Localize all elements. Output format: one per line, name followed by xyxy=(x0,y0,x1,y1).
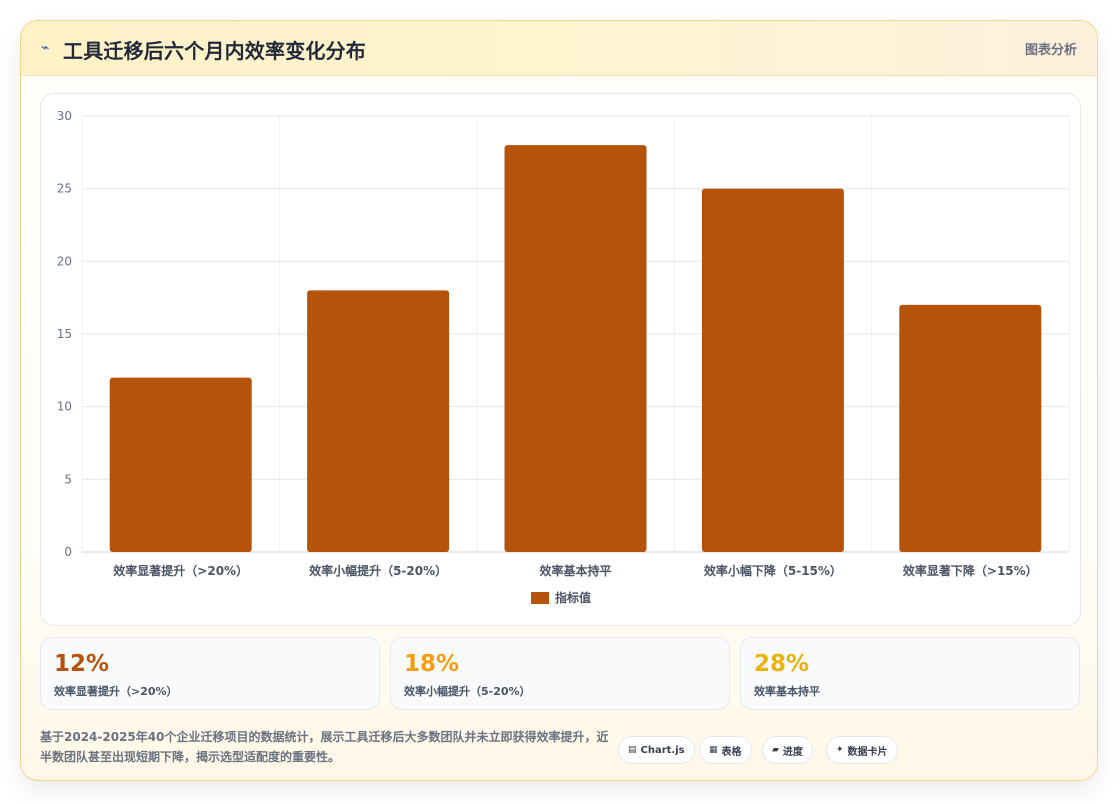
kpi-label-3: 效率基本持平 xyxy=(754,685,820,698)
page-title: 工具迁移后六个月内效率变化分布 xyxy=(63,39,366,63)
bar[interactable] xyxy=(307,290,450,552)
pill-label-data-card: 数据卡片 xyxy=(847,746,888,758)
kpi-value-2: 18% xyxy=(404,651,460,677)
footer-description: 基于2024-2025年40个企业迁移项目的数据统计，展示工具迁移后大多数团队并… xyxy=(40,730,609,764)
bar[interactable] xyxy=(504,145,647,553)
legend-label: 指标值 xyxy=(555,590,591,605)
x-tick-label: 效率小幅下降（5-15%） xyxy=(704,563,842,578)
kpi-card-3: 28% 效率基本持平 xyxy=(740,637,1080,710)
pill-label-chartjs: Chart.js xyxy=(640,744,685,756)
x-tick-label: 效率小幅提升（5-20%） xyxy=(309,563,447,578)
bar-chart: 0 5 10 15 20 25 30 效率显著提升（>20%） 效率小幅提升（5-20%） 效率基… xyxy=(57,109,1070,605)
chart-icon: ▤ xyxy=(628,744,637,755)
bar[interactable] xyxy=(899,304,1042,552)
y-tick-label: 10 xyxy=(57,400,72,414)
x-tick-label: 效率基本持平 xyxy=(539,563,611,578)
kpi-value-1: 12% xyxy=(54,651,110,677)
progress-icon: ▰ xyxy=(772,744,779,755)
kpi-value-3: 28% xyxy=(754,651,810,677)
bar[interactable] xyxy=(109,377,252,552)
kpi-label-1: 效率显著提升（>20%） xyxy=(54,685,178,698)
y-tick-label: 25 xyxy=(57,182,72,196)
kpi-label-2: 效率小幅提升（5-20%） xyxy=(404,685,531,698)
pill-label-table: 表格 xyxy=(721,746,742,758)
y-tick-label: 30 xyxy=(57,109,72,123)
y-tick-label: 0 xyxy=(64,545,72,559)
x-tick-label: 效率显著提升（>20%） xyxy=(113,563,248,578)
chart-container: 0 5 10 15 20 25 30 效率显著提升（>20%） 效率小幅提升（5-20%） 效率基… xyxy=(40,93,1081,626)
table-icon: ▦ xyxy=(709,744,718,755)
wave-icon: ⌁ xyxy=(41,40,50,56)
pill-chartjs[interactable]: ▤ Chart.js xyxy=(618,736,695,764)
y-tick-label: 20 xyxy=(57,254,72,268)
kpi-card-2: 18% 效率小幅提升（5-20%） xyxy=(390,637,730,710)
card-header: ⌁ 工具迁移后六个月内效率变化分布 图表分析 xyxy=(21,21,1097,76)
page: ⌁ 工具迁移后六个月内效率变化分布 图表分析 0 5 10 15 20 25 30 效率显著提… xyxy=(0,0,1120,804)
x-tick-label: 效率显著下降（>15%） xyxy=(903,563,1038,578)
pill-progress[interactable]: ▰ 进度 xyxy=(762,736,813,764)
y-tick-label: 15 xyxy=(57,327,72,341)
y-tick-label: 5 xyxy=(64,472,72,486)
card-icon: ✦ xyxy=(836,744,844,755)
pill-table[interactable]: ▦ 表格 xyxy=(699,736,752,764)
chart-card: ⌁ 工具迁移后六个月内效率变化分布 图表分析 0 5 10 15 20 25 30 效率显著提… xyxy=(20,20,1098,781)
pill-label-progress: 进度 xyxy=(782,746,803,758)
kpi-card-1: 12% 效率显著提升（>20%） xyxy=(40,637,380,710)
bar[interactable] xyxy=(701,188,844,552)
pill-data-card[interactable]: ✦ 数据卡片 xyxy=(826,736,898,764)
header-tag: 图表分析 xyxy=(1024,43,1077,58)
legend-swatch xyxy=(531,592,549,604)
